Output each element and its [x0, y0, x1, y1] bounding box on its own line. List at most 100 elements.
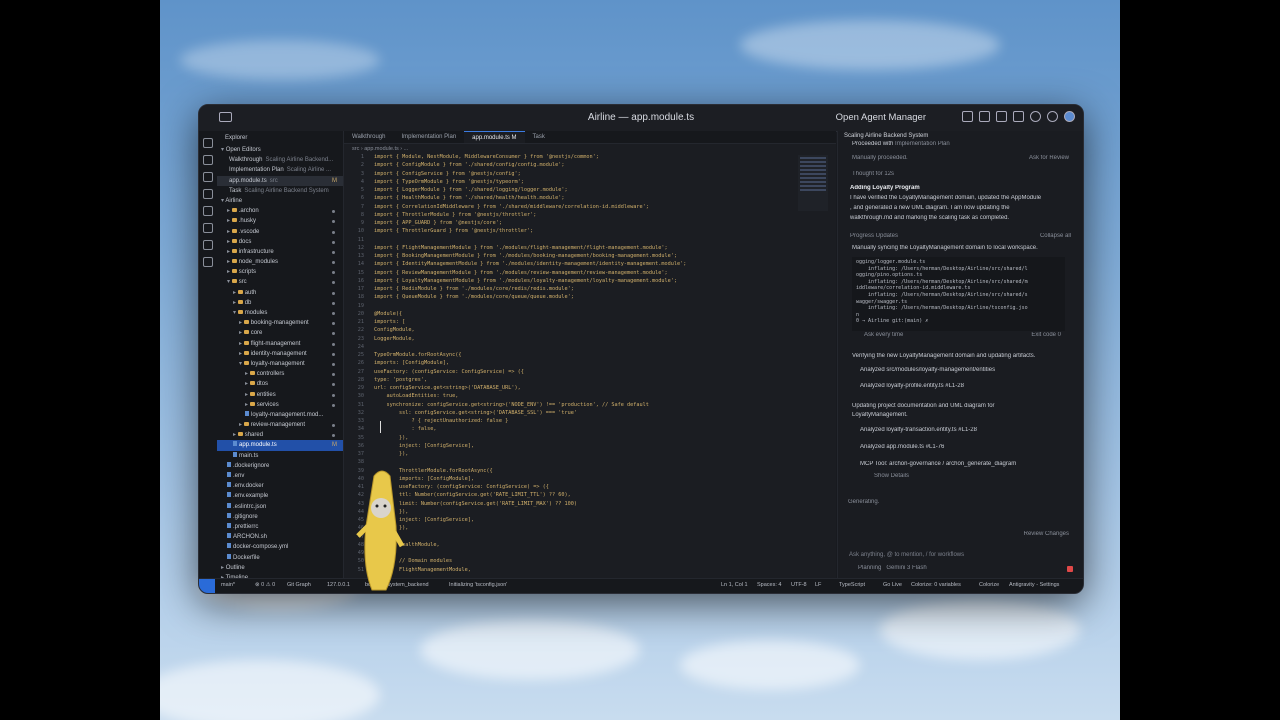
- folder-item[interactable]: identity-management: [217, 349, 343, 359]
- file-item[interactable]: Dockerfile: [217, 553, 343, 563]
- editor-area: Walkthrough Implementation Plan app.module…: [344, 131, 836, 579]
- file-item[interactable]: .eslintrc.json: [217, 502, 343, 512]
- editor-tab[interactable]: app.module.ts M: [464, 131, 525, 143]
- analyzed-file-2[interactable]: Analyzed loyalty-transaction.entity.ts #…: [860, 427, 1075, 433]
- chat-input[interactable]: Ask anything, @ to mention, / for workfl…: [846, 549, 1075, 561]
- folder-item[interactable]: modules: [217, 308, 343, 318]
- panel-right-icon[interactable]: [1013, 111, 1024, 122]
- folder-item[interactable]: db: [217, 298, 343, 308]
- open-editor-item[interactable]: app.module.ts src M: [217, 175, 343, 186]
- outline-section[interactable]: Outline: [217, 563, 343, 573]
- settings-button[interactable]: Antigravity - Settings: [1009, 582, 1059, 588]
- mcp-tool-call[interactable]: MCP Tool: archon-governance / archon_gen…: [860, 461, 1075, 467]
- analyzed-directory[interactable]: Analyzed src/modules/loyalty-management/…: [860, 367, 1075, 373]
- folder-item[interactable]: .archon: [217, 206, 343, 216]
- file-item[interactable]: docker-compose.yml: [217, 542, 343, 552]
- branch-indicator[interactable]: main*: [221, 582, 235, 588]
- panel-bottom-icon[interactable]: [996, 111, 1007, 122]
- cursor-position[interactable]: Ln 1, Col 1: [721, 582, 748, 588]
- language-mode[interactable]: TypeScript: [839, 582, 865, 588]
- stop-button[interactable]: [1067, 566, 1073, 572]
- folder-item[interactable]: review-management: [217, 420, 343, 430]
- code-line: 22 ConfigModule,: [357, 327, 415, 334]
- extensions-icon[interactable]: [203, 206, 213, 216]
- encoding[interactable]: UTF-8: [791, 582, 807, 588]
- eol[interactable]: LF: [815, 582, 821, 588]
- ask-for-review-button[interactable]: Ask for Review: [1029, 155, 1069, 161]
- problems-indicator[interactable]: ⊗ 0 ⚠ 0: [255, 582, 275, 588]
- collapse-all-button[interactable]: Collapse all: [1040, 233, 1071, 239]
- file-item[interactable]: .env.example: [217, 491, 343, 501]
- folder-item[interactable]: scripts: [217, 267, 343, 277]
- folder-icon: [249, 391, 255, 396]
- folder-item[interactable]: controllers: [217, 369, 343, 379]
- file-item[interactable]: main.ts: [217, 451, 343, 461]
- search-icon[interactable]: [1030, 111, 1041, 122]
- thought-toggle[interactable]: Thought for 12s: [852, 171, 1075, 177]
- file-item[interactable]: .dockerignore: [217, 461, 343, 471]
- editor-tab[interactable]: Task: [525, 131, 553, 143]
- folder-item[interactable]: booking-management: [217, 318, 343, 328]
- project-root[interactable]: Airline: [217, 196, 343, 206]
- file-icon: [233, 451, 237, 457]
- folder-item[interactable]: auth: [217, 288, 343, 298]
- git-graph-icon[interactable]: [203, 257, 213, 267]
- git-graph-button[interactable]: Git Graph: [287, 582, 311, 588]
- mode-selector[interactable]: Planning Gemini 3 Flash: [858, 565, 1075, 571]
- indent-setting[interactable]: Spaces: 4: [757, 582, 781, 588]
- panel-left-icon[interactable]: [979, 111, 990, 122]
- folder-item[interactable]: infrastructure: [217, 247, 343, 257]
- folder-item[interactable]: .husky: [217, 216, 343, 226]
- code-line: 21 imports: [: [357, 319, 406, 325]
- source-control-icon[interactable]: [203, 172, 213, 182]
- model-selector[interactable]: Gemini 3 Flash: [886, 565, 926, 571]
- docker-icon[interactable]: [203, 240, 213, 250]
- folder-item[interactable]: services: [217, 400, 343, 410]
- review-changes-button[interactable]: Review Changes: [1024, 531, 1069, 537]
- files-icon[interactable]: [203, 138, 213, 148]
- search-icon[interactable]: [203, 155, 213, 165]
- gear-icon[interactable]: [1047, 111, 1058, 122]
- folder-item[interactable]: docs: [217, 237, 343, 247]
- folder-item[interactable]: shared: [217, 430, 343, 440]
- open-editors-section[interactable]: Open Editors: [217, 145, 343, 155]
- file-item[interactable]: app.module.ts M: [217, 440, 343, 451]
- remote-indicator[interactable]: [199, 579, 215, 593]
- file-item[interactable]: .gitignore: [217, 512, 343, 522]
- colorize-button[interactable]: Colorize: [979, 582, 999, 588]
- folder-item[interactable]: node_modules: [217, 257, 343, 267]
- open-editor-item[interactable]: Implementation Plan Scaling Airline ...: [217, 165, 343, 175]
- file-item[interactable]: ARCHON.sh: [217, 532, 343, 542]
- avatar[interactable]: [1064, 111, 1075, 122]
- file-item[interactable]: .prettierrc: [217, 522, 343, 532]
- open-editor-item[interactable]: Task Scaling Airline Backend System: [217, 186, 343, 196]
- folder-item[interactable]: core: [217, 328, 343, 338]
- editor-tab[interactable]: Walkthrough: [344, 131, 393, 143]
- host-indicator[interactable]: 127.0.0.1: [327, 582, 350, 588]
- layout-icon[interactable]: [962, 111, 973, 122]
- open-agent-manager-button[interactable]: Open Agent Manager: [836, 112, 926, 123]
- folder-icon: [231, 208, 237, 213]
- folder-item[interactable]: loyalty-management: [217, 359, 343, 369]
- database-icon[interactable]: [203, 223, 213, 233]
- debug-icon[interactable]: [203, 189, 213, 199]
- folder-icon: [243, 320, 249, 325]
- editor-tab[interactable]: Implementation Plan: [393, 131, 464, 143]
- minimap[interactable]: [798, 155, 828, 211]
- folder-item[interactable]: flight-management: [217, 339, 343, 349]
- terminal-line: ogging/logger.module.ts: [856, 259, 926, 265]
- analyzed-file-3[interactable]: Analyzed app.module.ts #L1-76: [860, 444, 1075, 450]
- show-details-button[interactable]: Show Details: [874, 473, 1075, 479]
- file-item[interactable]: loyalty-management.mod...: [217, 410, 343, 420]
- file-item[interactable]: .env.docker: [217, 481, 343, 491]
- go-live-button[interactable]: Go Live: [883, 582, 902, 588]
- file-item[interactable]: .env: [217, 471, 343, 481]
- folder-item[interactable]: .vscode: [217, 227, 343, 237]
- folder-item[interactable]: src: [217, 277, 343, 287]
- code-line: 1 import { Module, NestModule, Middleware…: [360, 154, 599, 160]
- folder-item[interactable]: dtos: [217, 379, 343, 389]
- open-editor-item[interactable]: Walkthrough Scaling Airline Backend...: [217, 155, 343, 165]
- analyzed-file-1[interactable]: Analyzed loyalty-profile.entity.ts #L1-2…: [860, 383, 1075, 389]
- folder-item[interactable]: entities: [217, 390, 343, 400]
- colorize-variables[interactable]: Colorize: 0 variables: [911, 582, 961, 588]
